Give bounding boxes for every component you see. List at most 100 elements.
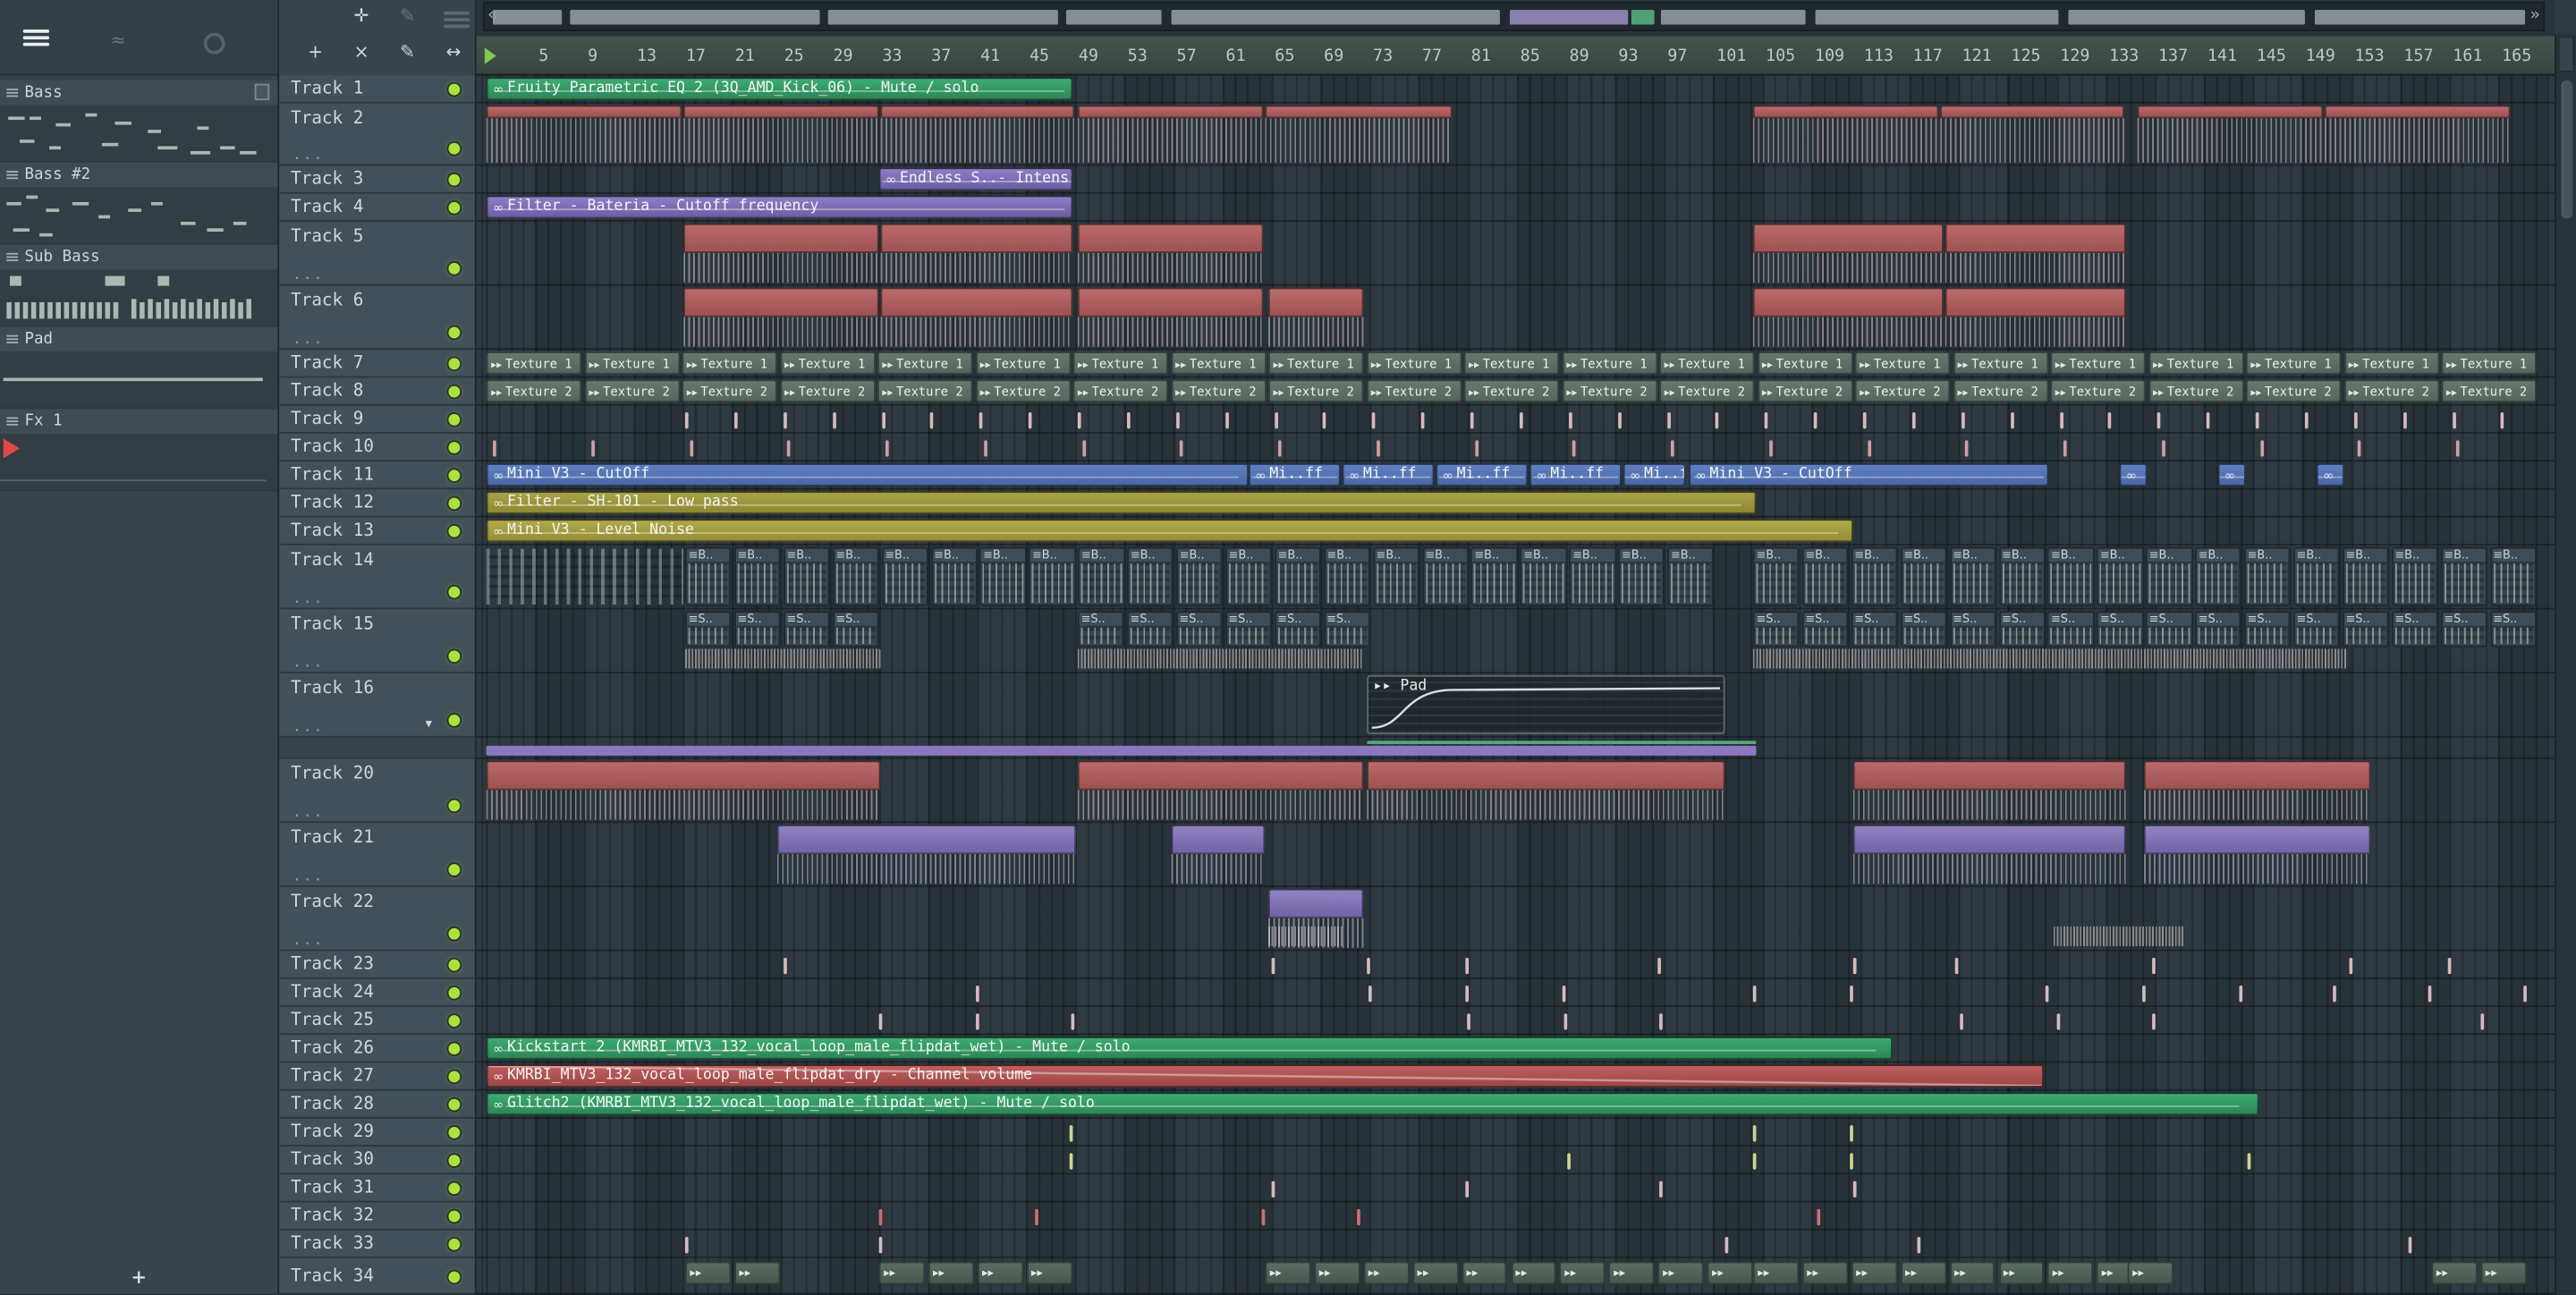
note-tick[interactable] — [1965, 439, 1969, 456]
note-tick[interactable] — [983, 439, 987, 456]
automation-clip[interactable]: ∞Mi..ff #2 — [1623, 462, 1686, 487]
texture-clip[interactable]: ▸▸ Texture 2 — [1267, 379, 1364, 402]
note-tick[interactable] — [2452, 411, 2455, 428]
texture-clip[interactable]: ▸▸ Texture 1 — [1072, 351, 1168, 375]
pattern-clip[interactable]: ≡S.. — [1998, 611, 2046, 648]
pattern-clip[interactable]: ≡B.. — [2146, 546, 2193, 606]
vertical-scrollbar[interactable] — [2555, 34, 2576, 1295]
track-row[interactable]: Track 3 — [279, 165, 475, 194]
pattern-clip[interactable]: ≡S.. — [1851, 611, 1898, 648]
note-tick[interactable] — [1752, 1152, 1757, 1169]
note-tick[interactable] — [1862, 411, 1867, 428]
note-tick[interactable] — [1562, 985, 1566, 1002]
mini-clip[interactable]: ▸▸ — [1752, 1261, 1800, 1285]
note-tick[interactable] — [2161, 439, 2165, 456]
note-tick[interactable] — [2408, 1236, 2412, 1253]
pattern-clip[interactable]: ≡S.. — [783, 611, 830, 648]
audio-clip[interactable] — [1752, 105, 1939, 165]
audio-clip[interactable] — [1940, 105, 2124, 165]
note-tick[interactable] — [1567, 1152, 1571, 1169]
track-row[interactable]: Track 7 — [279, 350, 475, 378]
waveform-strip[interactable] — [684, 648, 881, 669]
note-tick[interactable] — [1657, 956, 1661, 974]
pattern-clip[interactable]: ≡S.. — [2243, 611, 2292, 648]
note-tick[interactable] — [2206, 411, 2210, 428]
pattern-clip[interactable]: ≡B.. — [1029, 546, 1076, 606]
texture-clip[interactable]: ▸▸ Texture 1 — [1659, 351, 1755, 375]
item-badge[interactable] — [254, 83, 270, 101]
scrollbar-button[interactable] — [2557, 36, 2575, 72]
scroll-right-icon[interactable]: » — [2530, 6, 2540, 24]
texture-clip[interactable]: ▸▸ Texture 1 — [2343, 351, 2439, 375]
note-tick[interactable] — [2447, 956, 2452, 974]
texture-clip[interactable]: ▸▸ Texture 2 — [2050, 379, 2146, 402]
pattern-clip[interactable]: ≡B.. — [1667, 546, 1715, 606]
mute-led[interactable] — [448, 864, 461, 876]
texture-clip[interactable]: ▸▸ Texture 1 — [486, 351, 582, 375]
texture-clip[interactable]: ▸▸ Texture 1 — [2050, 351, 2146, 375]
note-tick[interactable] — [1917, 1236, 1921, 1253]
playlist-track-lane[interactable]: ∞ Fruity Parametric EQ 2 (3Q_AMD_Kick_06)… — [476, 75, 2555, 104]
note-tick[interactable] — [1465, 1180, 1470, 1198]
playlist-grid[interactable]: ∞ Fruity Parametric EQ 2 (3Q_AMD_Kick_06)… — [476, 75, 2555, 1295]
automation-clip[interactable]: ∞ KMRBI_MTV3_132_vocal_loop_male_flipdat_… — [486, 1064, 2044, 1088]
track-row[interactable]: Track 23 — [279, 951, 475, 979]
pattern-clip[interactable]: ≡B.. — [1851, 546, 1898, 606]
texture-clip[interactable]: ▸▸ Texture 2 — [1463, 379, 1560, 402]
note-tick[interactable] — [1261, 1207, 1266, 1225]
playlist-track-lane[interactable]: ≡B.. ≡B.. ≡B.. ≡B.. ≡B.. ≡B.. ≡B.. ≡B.. ≡B.. ≡B..… — [476, 546, 2555, 610]
texture-clip[interactable]: ▸▸ Texture 2 — [1757, 379, 1852, 402]
track-row[interactable]: Track 21... — [279, 823, 475, 887]
track-row[interactable]: Track 24 — [279, 978, 475, 1007]
note-tick[interactable] — [878, 1236, 883, 1253]
mute-led[interactable] — [448, 358, 461, 370]
timeline-ruler[interactable]: 5 9 13 17 21 25 29 33 37 41 45 49 53 57 61 65 69 73 77 81 85… — [476, 34, 2555, 76]
pattern-clip[interactable]: ≡S.. — [1323, 611, 1370, 648]
audio-clip[interactable] — [1077, 760, 1364, 821]
note-tick[interactable] — [1367, 956, 1370, 974]
pattern-clip[interactable]: ≡S.. — [2146, 611, 2193, 648]
automation-clip[interactable]: ∞ Mi..ff — [1436, 462, 1529, 487]
note-tick[interactable] — [2455, 439, 2460, 456]
mute-led[interactable] — [448, 1043, 461, 1055]
mini-clip[interactable]: ▸▸ — [1314, 1261, 1360, 1285]
pattern-clip[interactable]: ≡B.. — [1224, 546, 1273, 606]
pattern-clip[interactable]: ≡B.. — [1752, 546, 1800, 606]
note-tick[interactable] — [684, 1236, 689, 1253]
note-tick[interactable] — [1724, 1236, 1729, 1253]
note-tick[interactable] — [1867, 439, 1871, 456]
mini-clip[interactable]: ▸▸ — [1998, 1261, 2045, 1285]
pattern-clip[interactable]: ≡B.. — [2391, 546, 2438, 606]
add-track-icon[interactable]: + — [302, 41, 328, 63]
mute-led[interactable] — [448, 470, 461, 482]
note-tick[interactable] — [1850, 1152, 1853, 1169]
pattern-clip[interactable]: ≡S.. — [1752, 611, 1800, 648]
note-tick[interactable] — [2358, 439, 2361, 456]
note-tick[interactable] — [1474, 439, 1479, 456]
note-tick[interactable] — [1666, 411, 1671, 428]
playlist-track-lane[interactable] — [476, 1202, 2555, 1231]
playlist-menu-icon[interactable] — [443, 11, 470, 31]
automation-clip[interactable]: ∞ Filter - Bateria - Cutoff frequency — [486, 195, 1073, 219]
audio-clip[interactable] — [880, 105, 1075, 165]
note-tick[interactable] — [2108, 411, 2112, 428]
picker-item-pad[interactable]: Pad — [0, 326, 278, 410]
pattern-clip[interactable]: ≡S.. — [2342, 611, 2389, 648]
picker-item-bass-2[interactable]: Bass #2 — [0, 162, 278, 245]
waveform-strip[interactable] — [1077, 648, 1364, 669]
mini-clip[interactable]: ▸▸ — [1559, 1261, 1606, 1285]
texture-clip[interactable]: ▸▸ Texture 1 — [1170, 351, 1267, 375]
note-tick[interactable] — [1813, 411, 1818, 428]
note-tick[interactable] — [1850, 1124, 1853, 1141]
pattern-clip[interactable]: ≡B.. — [930, 546, 978, 606]
overview-scrollbar[interactable]: « » — [482, 1, 2546, 31]
note-tick[interactable] — [1271, 956, 1275, 974]
note-tick[interactable] — [1467, 1012, 1470, 1029]
knob-icon[interactable] — [203, 32, 225, 55]
pattern-clip[interactable]: ≡B.. — [1421, 546, 1469, 606]
dropdown-arrow-icon[interactable]: ▾ — [426, 716, 432, 732]
mute-led[interactable] — [448, 142, 461, 155]
texture-clip[interactable]: ▸▸ Texture 2 — [1952, 379, 2048, 402]
note-tick[interactable] — [1357, 1207, 1360, 1225]
texture-clip[interactable]: ▸▸ Texture 1 — [779, 351, 876, 375]
